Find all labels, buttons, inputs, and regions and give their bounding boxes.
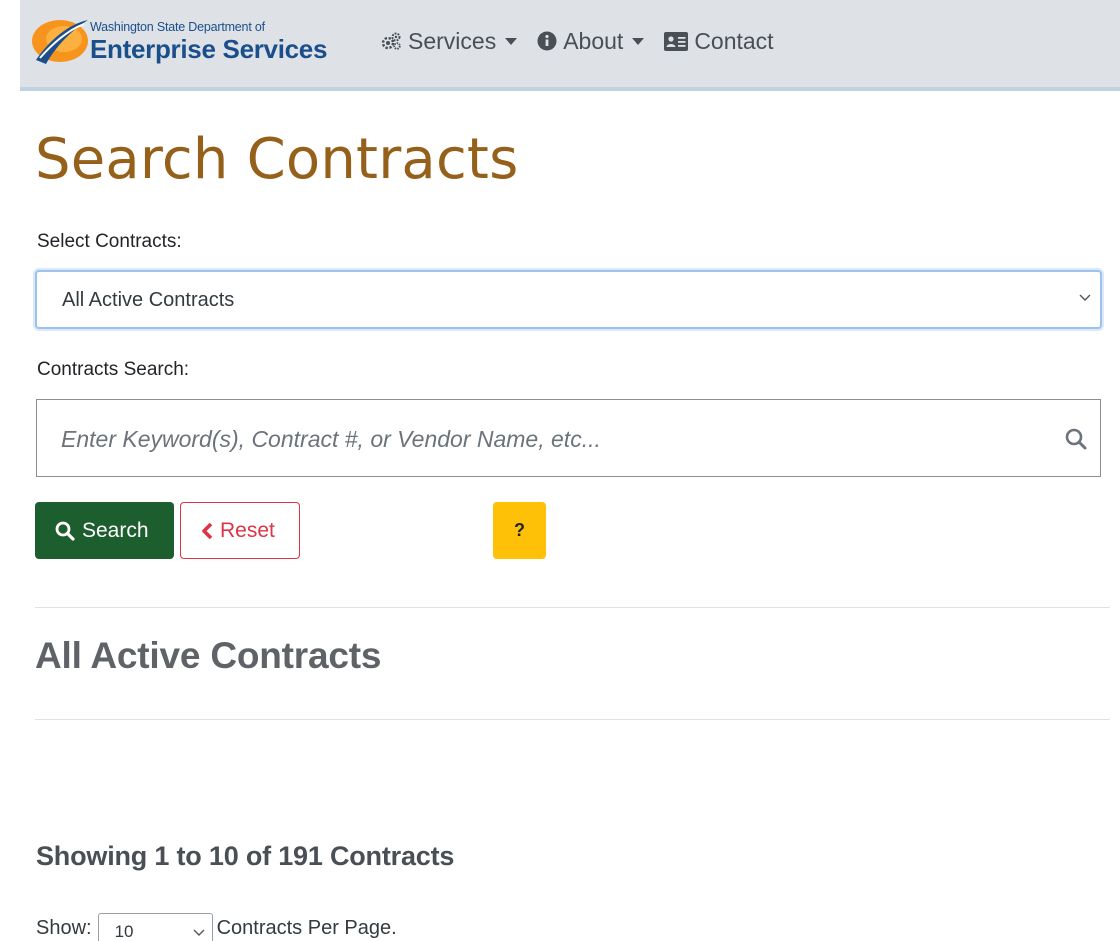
address-card-icon [664, 31, 689, 51]
logo-swoosh-icon [32, 20, 88, 64]
contracts-select[interactable]: All Active Contracts [35, 270, 1102, 329]
per-page-value: 10 [114, 922, 134, 941]
nav-contact[interactable]: Contact [664, 27, 774, 55]
results-count: Showing 1 to 10 of 191 Contracts [36, 841, 455, 871]
per-page-select[interactable]: 10 [97, 913, 213, 941]
divider [35, 607, 1110, 608]
cogs-icon [381, 32, 401, 50]
chevron-down-icon [1079, 294, 1091, 301]
show-label: Show: [36, 917, 92, 939]
per-page-control: Show: 10 Contracts Per Page. [36, 913, 397, 941]
search-placeholder: Enter Keyword(s), Contract #, or Vendor … [61, 426, 601, 452]
nav-menu: Services About Contact [380, 26, 794, 56]
nav-contact-label: Contact [694, 27, 774, 54]
search-icon [1065, 428, 1087, 450]
contracts-search-label: Contracts Search: [37, 359, 190, 380]
page-title: Search Contracts [35, 127, 519, 192]
select-contracts-label: Select Contracts: [37, 231, 182, 252]
nav-about[interactable]: About [537, 27, 645, 55]
caret-down-icon [505, 37, 518, 45]
chevron-down-icon [193, 929, 205, 936]
reset-button[interactable]: Reset [180, 502, 300, 559]
logo-title: Enterprise Services [90, 34, 328, 64]
logo-subtitle: Washington State Department of [90, 20, 265, 34]
contracts-select-value: All Active Contracts [62, 289, 235, 311]
divider [35, 719, 1110, 720]
chevron-left-icon [202, 522, 213, 539]
search-button[interactable]: Search [35, 502, 174, 559]
reset-button-label: Reset [220, 518, 275, 542]
results-heading: All Active Contracts [35, 635, 382, 676]
nav-about-label: About [563, 27, 624, 54]
caret-down-icon [632, 37, 645, 45]
help-button[interactable]: ? [493, 502, 546, 559]
nav-services-label: Services [408, 27, 497, 54]
per-page-suffix: Contracts Per Page. [216, 917, 397, 939]
search-input[interactable]: Enter Keyword(s), Contract #, or Vendor … [36, 399, 1101, 477]
info-circle-icon [537, 31, 557, 51]
top-navbar: Washington State Department of Enterpris… [20, 0, 1120, 91]
search-button-label: Search [82, 518, 149, 542]
des-logo[interactable]: Washington State Department of Enterpris… [28, 12, 358, 68]
nav-services[interactable]: Services [380, 27, 518, 55]
search-icon [55, 521, 75, 541]
